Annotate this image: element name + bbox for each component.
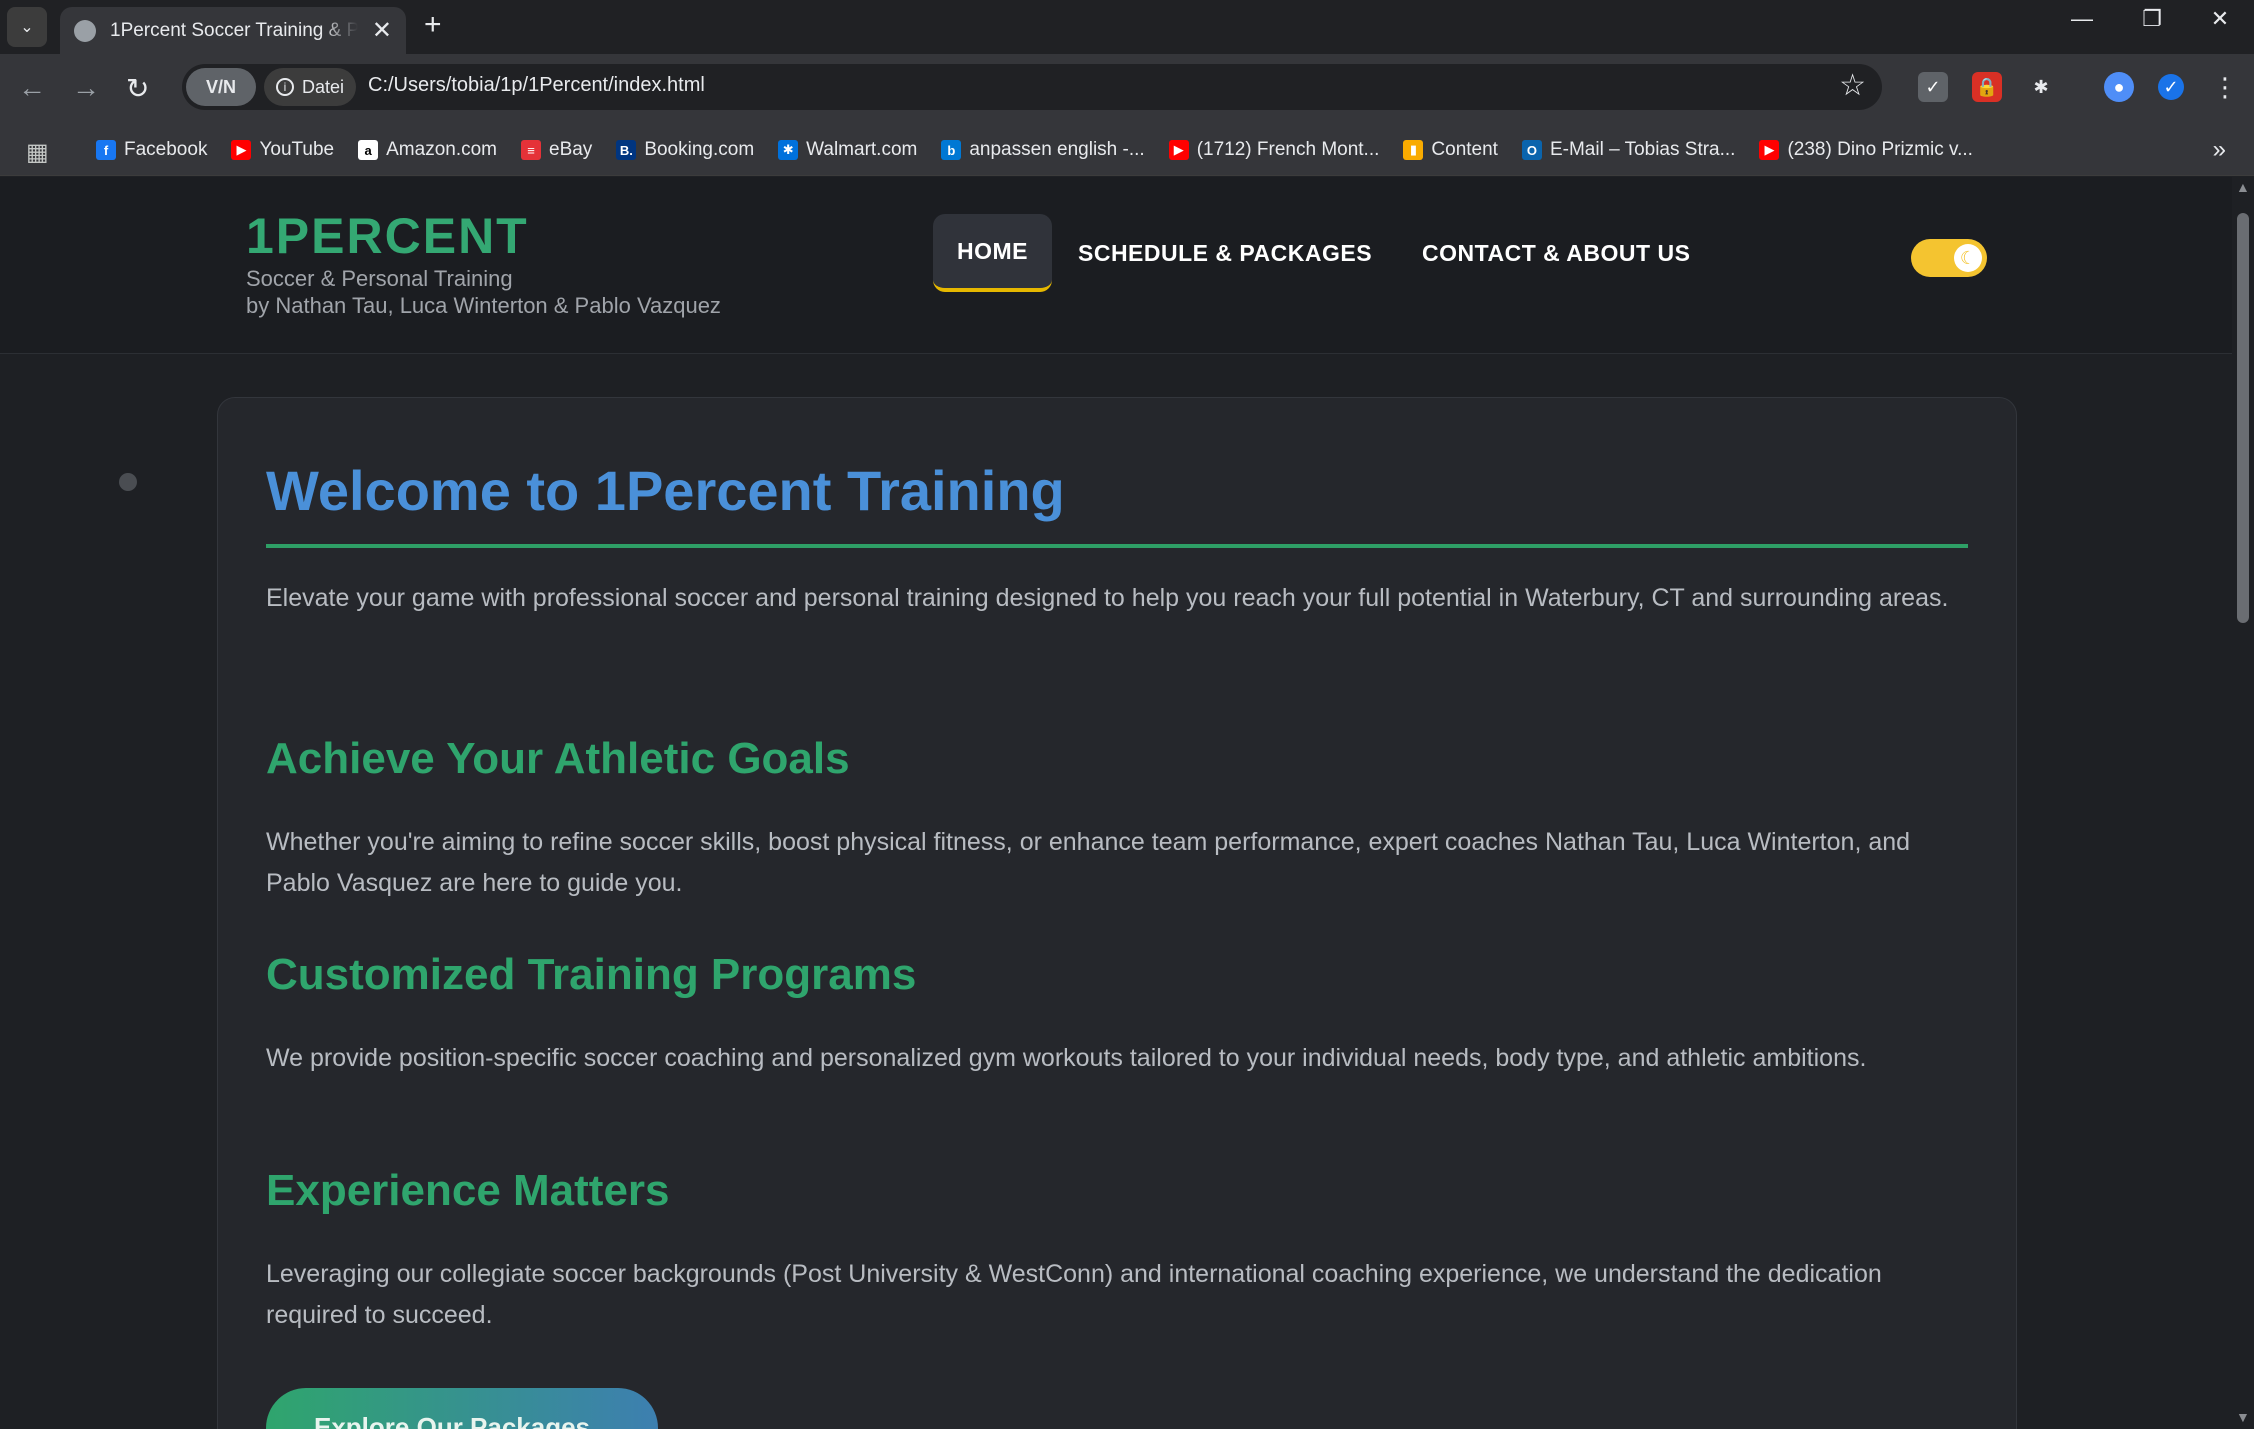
bookmark-label: (1712) French Mont... bbox=[1196, 139, 1380, 160]
bookmark-label: Facebook bbox=[124, 139, 208, 160]
page-scrollbar[interactable]: ▲ ▼ bbox=[2232, 177, 2254, 1429]
tab-strip: ⌄ 1Percent Soccer Training & Personal Tr… bbox=[0, 0, 2254, 54]
section-heading: Experience Matters bbox=[266, 1166, 670, 1215]
menu-kebab-icon[interactable]: ⋮ bbox=[2210, 72, 2240, 102]
bookmark-item[interactable]: ▶ (238) Dino Prizmic v... bbox=[1759, 139, 1973, 161]
cursor-artifact bbox=[119, 473, 137, 491]
lock-extension-icon[interactable]: 🔒 bbox=[1972, 72, 2002, 102]
forward-button[interactable]: → bbox=[72, 72, 100, 104]
booking-icon: B. bbox=[616, 140, 637, 160]
bookmark-item[interactable]: ▶ (1712) French Mont... bbox=[1168, 139, 1380, 161]
amazon-icon: a bbox=[358, 140, 379, 160]
url-text[interactable]: C:/Users/tobia/1p/1Percent/index.html bbox=[368, 74, 705, 97]
bookmark-item[interactable]: O E-Mail – Tobias Stra... bbox=[1521, 139, 1736, 161]
extensions-puzzle-icon[interactable]: ✱ bbox=[2026, 72, 2056, 102]
bookmark-list: f Facebook ▶ YouTube a Amazon.com ≡ eBay B. Booki… bbox=[96, 124, 1973, 176]
bookmarks-bar: ▦ f Facebook ▶ YouTube a Amazon.com ≡ eBay B. Boo… bbox=[0, 124, 2254, 176]
nav-contact-about[interactable]: CONTACT & ABOUT US bbox=[1398, 214, 1714, 292]
tab-title: 1Percent Soccer Training & Personal Trai… bbox=[110, 19, 358, 41]
verified-extension-icon[interactable]: ✓ bbox=[2158, 74, 2184, 100]
active-tab[interactable]: 1Percent Soccer Training & Personal Trai… bbox=[60, 7, 406, 54]
page-title: Welcome to 1Percent Training bbox=[266, 459, 1065, 522]
chart-icon: ▮ bbox=[1403, 140, 1424, 160]
back-button[interactable]: ← bbox=[18, 72, 46, 104]
bing-icon: b bbox=[941, 140, 962, 160]
bookmark-label: Walmart.com bbox=[806, 139, 918, 160]
info-icon: i bbox=[276, 78, 294, 96]
scrollbar-thumb[interactable] bbox=[2237, 213, 2249, 623]
bookmark-item[interactable]: a Amazon.com bbox=[358, 139, 497, 161]
scroll-up-icon[interactable]: ▲ bbox=[2236, 179, 2250, 195]
site-header: 1PERCENT Soccer & Personal Training by N… bbox=[0, 177, 2232, 354]
bookmark-item[interactable]: B. Booking.com bbox=[616, 139, 754, 161]
outlook-icon: O bbox=[1521, 140, 1542, 160]
bookmark-label: anpassen english -... bbox=[969, 139, 1145, 160]
title-divider bbox=[266, 544, 1968, 548]
bookmark-item[interactable]: ≡ eBay bbox=[521, 139, 592, 161]
minimize-button[interactable]: — bbox=[2060, 6, 2104, 32]
youtube-icon: ▶ bbox=[1759, 140, 1780, 160]
bookmark-item[interactable]: ✱ Walmart.com bbox=[778, 139, 917, 161]
globe-icon bbox=[74, 19, 96, 42]
moon-icon: ☾ bbox=[1954, 244, 1982, 272]
youtube-icon: ▶ bbox=[231, 140, 252, 160]
vpn-button[interactable]: V/N bbox=[186, 68, 256, 106]
intro-text: Elevate your game with professional socc… bbox=[266, 584, 1949, 612]
walmart-icon: ✱ bbox=[778, 140, 799, 160]
bookmark-label: Amazon.com bbox=[386, 139, 497, 160]
bookmark-item[interactable]: f Facebook bbox=[96, 139, 207, 161]
reload-button[interactable]: ↻ bbox=[126, 72, 149, 105]
address-bar[interactable]: V/N i Datei C:/Users/tobia/1p/1Percent/i… bbox=[182, 64, 1882, 110]
section-heading: Achieve Your Athletic Goals bbox=[266, 734, 850, 783]
section-text: Leveraging our collegiate soccer backgro… bbox=[266, 1260, 1882, 1329]
browser-toolbar: ← → ↻ V/N i Datei C:/Users/tobia/1p/1Per… bbox=[0, 54, 2254, 124]
bookmark-item[interactable]: b anpassen english -... bbox=[941, 139, 1145, 161]
theme-toggle[interactable]: ☾ bbox=[1911, 239, 1987, 277]
section-heading: Customized Training Programs bbox=[266, 950, 917, 999]
youtube-icon: ▶ bbox=[1168, 140, 1189, 160]
site-tagline: Soccer & Personal Training by Nathan Tau… bbox=[246, 265, 721, 319]
bookmark-item[interactable]: ▮ Content bbox=[1403, 139, 1498, 161]
bookmark-label: E-Mail – Tobias Stra... bbox=[1549, 139, 1736, 160]
scheme-label: Datei bbox=[302, 76, 345, 97]
main-nav: HOME SCHEDULE & PACKAGES CONTACT & ABOUT… bbox=[933, 214, 1714, 292]
bookmark-label: Content bbox=[1431, 139, 1498, 160]
chevron-down-icon: ⌄ bbox=[20, 19, 34, 36]
restore-button[interactable]: ❐ bbox=[2130, 6, 2174, 32]
bookmark-label: Booking.com bbox=[644, 139, 755, 160]
explore-packages-button[interactable]: Explore Our Packages bbox=[266, 1388, 658, 1429]
profile-avatar-icon[interactable]: ● bbox=[2104, 72, 2134, 102]
nav-home[interactable]: HOME bbox=[933, 214, 1052, 292]
site-logo[interactable]: 1PERCENT bbox=[246, 207, 529, 265]
apps-grid-icon[interactable]: ▦ bbox=[26, 138, 49, 167]
bookmark-label: (238) Dino Prizmic v... bbox=[1787, 139, 1973, 160]
section-text: Whether you're aiming to refine soccer s… bbox=[266, 828, 1911, 897]
facebook-icon: f bbox=[96, 140, 116, 160]
section-text: We provide position-specific soccer coac… bbox=[266, 1044, 1867, 1072]
more-bookmarks-icon[interactable]: » bbox=[2213, 136, 2226, 164]
site-info-button[interactable]: i Datei bbox=[264, 68, 357, 106]
tab-search-button[interactable]: ⌄ bbox=[7, 7, 47, 47]
scroll-down-icon[interactable]: ▼ bbox=[2236, 1409, 2250, 1425]
close-window-button[interactable]: ✕ bbox=[2198, 6, 2242, 32]
tagline-line-1: Soccer & Personal Training bbox=[246, 266, 513, 291]
bookmark-item[interactable]: ▶ YouTube bbox=[231, 139, 334, 161]
bookmark-label: eBay bbox=[549, 139, 593, 160]
shield-extension-icon[interactable]: ✓ bbox=[1918, 72, 1948, 102]
bookmark-label: YouTube bbox=[259, 139, 335, 160]
bookmark-star-icon[interactable]: ☆ bbox=[1839, 68, 1866, 103]
content-card: Welcome to 1Percent Training Elevate you… bbox=[217, 397, 2017, 1429]
tagline-line-2: by Nathan Tau, Luca Winterton & Pablo Va… bbox=[246, 293, 721, 318]
close-tab-icon[interactable]: ✕ bbox=[372, 16, 392, 45]
ebay-icon: ≡ bbox=[521, 140, 541, 160]
web-page: 1PERCENT Soccer & Personal Training by N… bbox=[0, 177, 2232, 1429]
nav-schedule-packages[interactable]: SCHEDULE & PACKAGES bbox=[1054, 214, 1396, 292]
new-tab-button[interactable]: + bbox=[424, 8, 442, 42]
